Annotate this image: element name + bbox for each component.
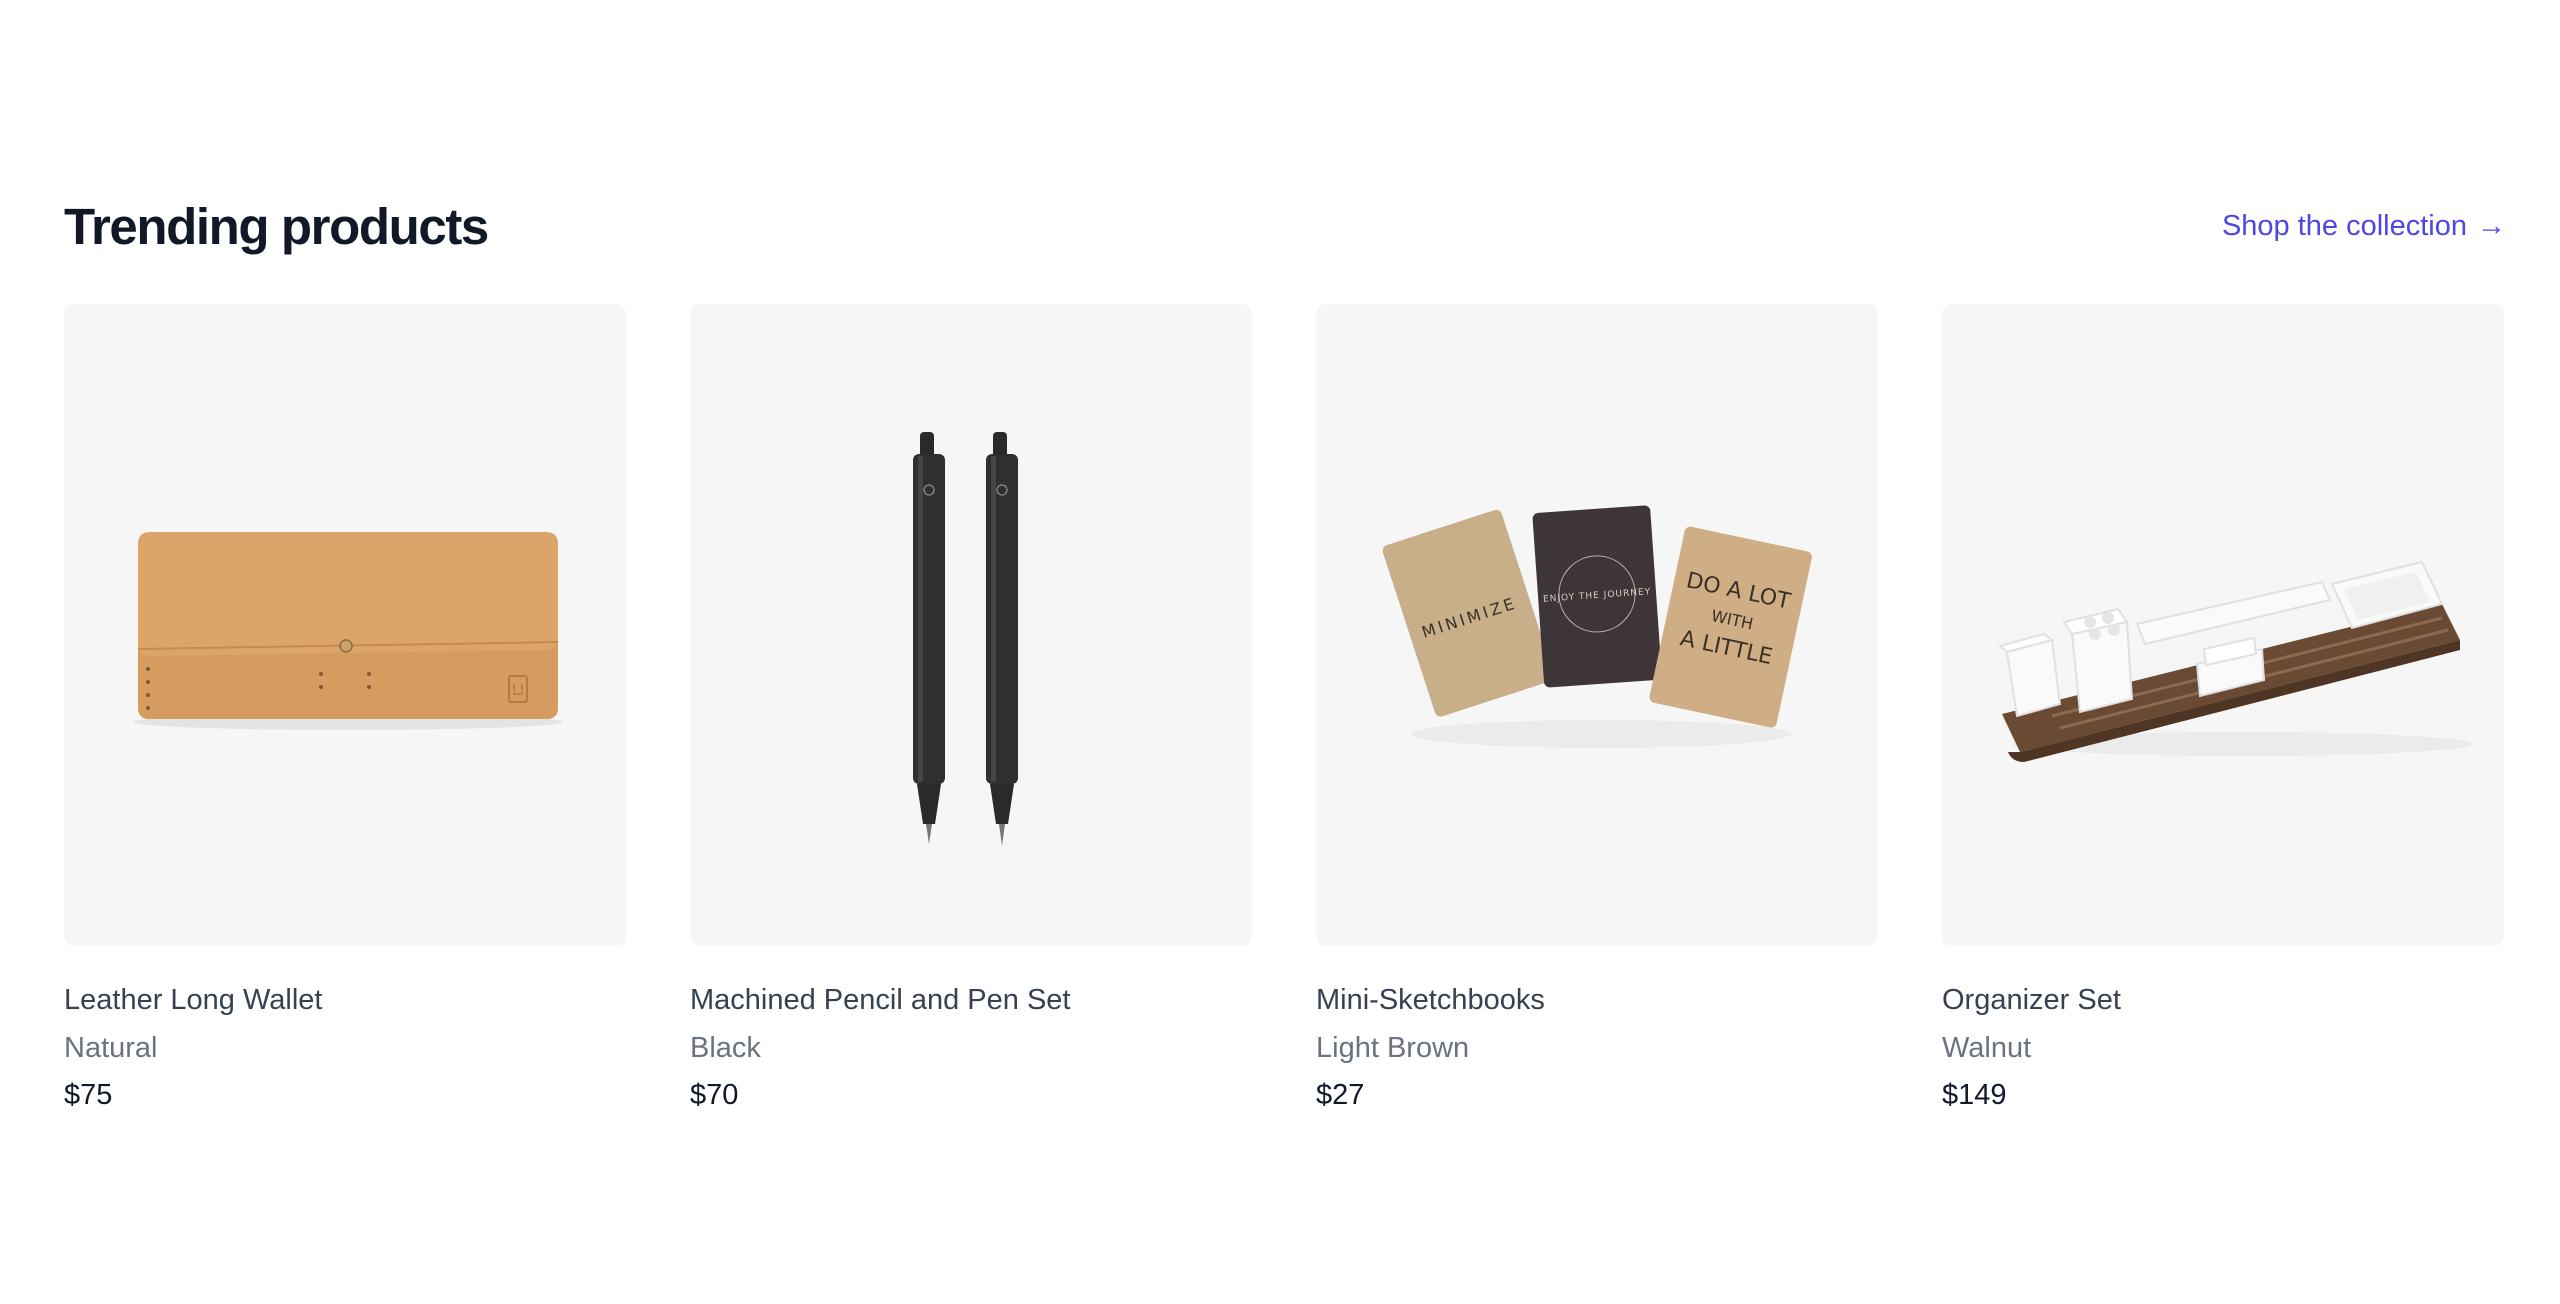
trending-products-section: Trending products Shop the collection →	[64, 190, 2506, 1115]
shop-collection-link[interactable]: Shop the collection →	[2222, 210, 2506, 243]
shop-collection-label: Shop the collection	[2221, 209, 2467, 242]
product-card-organizer-set[interactable]: Organizer Set Walnut $149	[1942, 304, 2504, 1115]
product-color: Walnut	[1942, 1031, 2032, 1064]
product-price: $75	[64, 1079, 113, 1112]
arrow-right-icon: →	[2477, 209, 2506, 242]
product-price: $149	[1942, 1079, 2007, 1112]
product-grid: Leather Long Wallet Natural $75 Machined…	[64, 304, 2506, 1115]
product-name: Organizer Set	[1942, 984, 2121, 1016]
product-card-mini-sketchbooks[interactable]: MINIMIZE ENJOY THE JOURNEY DO A LOT WITH…	[1316, 304, 1878, 1115]
wallet-image[interactable]	[64, 304, 626, 946]
product-name: Leather Long Wallet	[64, 984, 323, 1016]
product-color: Natural	[64, 1031, 158, 1064]
product-price: $27	[1316, 1079, 1365, 1112]
product-color: Light Brown	[1316, 1031, 1470, 1064]
product-card-machined-pencil-pen-set[interactable]: Machined Pencil and Pen Set Black $70	[690, 304, 1252, 1115]
product-price: $70	[690, 1079, 739, 1112]
product-color: Black	[690, 1031, 761, 1064]
product-name: Mini-Sketchbooks	[1316, 984, 1545, 1016]
organizer-image[interactable]	[1942, 304, 2504, 946]
sketchbooks-image[interactable]: MINIMIZE ENJOY THE JOURNEY DO A LOT WITH…	[1316, 304, 1878, 946]
section-title: Trending products	[64, 197, 489, 255]
section-header: Trending products Shop the collection →	[64, 190, 2506, 262]
product-name: Machined Pencil and Pen Set	[690, 984, 1071, 1016]
pens-image[interactable]	[690, 304, 1252, 946]
product-card-leather-long-wallet[interactable]: Leather Long Wallet Natural $75	[64, 304, 626, 1115]
